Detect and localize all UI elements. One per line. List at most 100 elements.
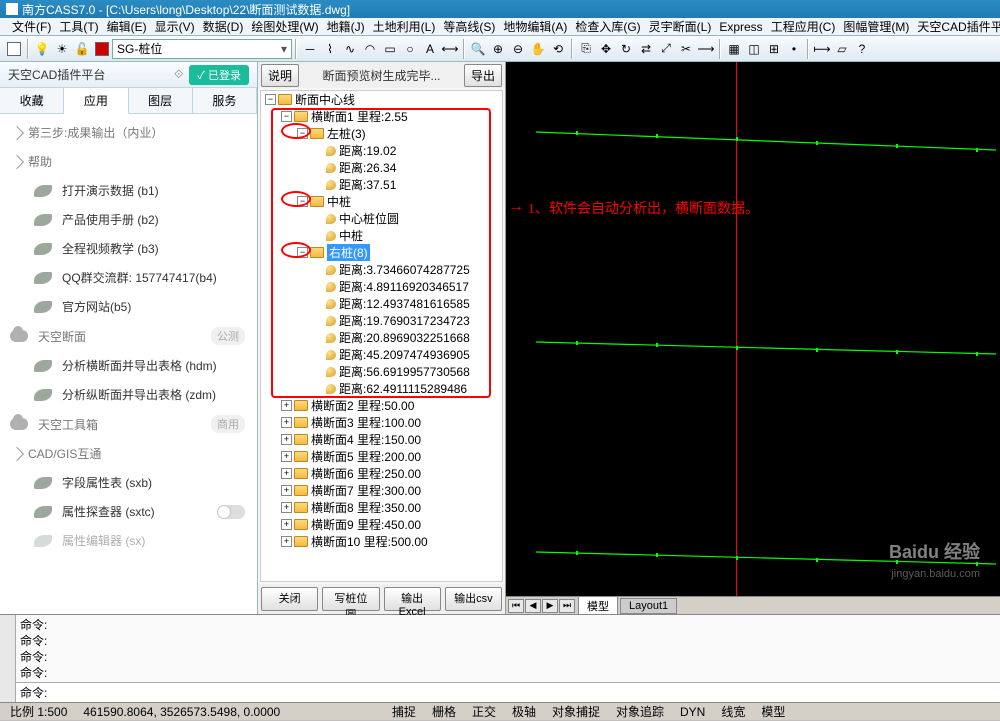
login-badge[interactable]: ✓ 已登录 <box>189 65 249 85</box>
tb-color[interactable] <box>93 40 111 58</box>
menu-sheet[interactable]: 图幅管理(M) <box>839 18 913 35</box>
tb-trim[interactable]: ✂ <box>677 40 695 58</box>
tree-toggle[interactable]: − <box>297 196 308 207</box>
item-b5[interactable]: 官方网站(b5) <box>0 292 257 321</box>
tree-node[interactable]: −中桩 <box>261 193 502 210</box>
tab-app[interactable]: 应用 <box>64 88 128 114</box>
tb-rect[interactable]: ▭ <box>381 40 399 58</box>
tb-extend[interactable]: ⟶ <box>697 40 715 58</box>
menu-contour[interactable]: 等高线(S) <box>439 18 499 35</box>
item-b4[interactable]: QQ群交流群: 157747417(b4) <box>0 263 257 292</box>
tree[interactable]: −断面中心线−横断面1 里程:2.55−左桩(3)距离:19.02距离:26.3… <box>260 90 503 582</box>
menu-check[interactable]: 检查入库(G) <box>571 18 644 35</box>
tree-node[interactable]: 距离:19.02 <box>261 142 502 159</box>
tree-toggle[interactable]: − <box>297 247 308 258</box>
tb-block[interactable]: ◫ <box>745 40 763 58</box>
combo-style[interactable]: SG-桩位 <box>112 39 292 59</box>
tb-pan[interactable]: ✋ <box>529 40 547 58</box>
menu-landu[interactable]: 土地利用(L) <box>369 18 440 35</box>
tb-bulb[interactable]: 💡 <box>33 40 51 58</box>
tree-node[interactable]: −断面中心线 <box>261 91 502 108</box>
tb-lock[interactable]: 🔓 <box>73 40 91 58</box>
tb-point[interactable]: • <box>785 40 803 58</box>
menu-data[interactable]: 数据(D) <box>199 18 248 35</box>
write-button[interactable]: 写桩位圆 <box>322 587 379 611</box>
tree-toggle[interactable]: + <box>281 468 292 479</box>
tree-node[interactable]: 中心桩位圆 <box>261 210 502 227</box>
item-hdm[interactable]: 分析横断面并导出表格 (hdm) <box>0 351 257 380</box>
tab-prev[interactable]: ◀ <box>525 599 541 613</box>
menu-edit[interactable]: 编辑(E) <box>103 18 151 35</box>
item-sxtc[interactable]: 属性探查器 (sxtc) <box>0 497 257 526</box>
tb-move[interactable]: ✥ <box>597 40 615 58</box>
tb-zoomout[interactable]: ⊖ <box>509 40 527 58</box>
tree-toggle[interactable]: + <box>281 485 292 496</box>
menu-plugin[interactable]: 天空CAD插件平台1.7 <box>913 18 1000 35</box>
sb-model[interactable]: 模型 <box>757 702 789 721</box>
tree-node[interactable]: 距离:26.34 <box>261 159 502 176</box>
cmd-input[interactable]: 命令: <box>16 682 1000 702</box>
tb-arc[interactable]: ◠ <box>361 40 379 58</box>
sb-scale[interactable]: 比例 1:500 <box>6 702 71 721</box>
item-zdm[interactable]: 分析纵断面并导出表格 (zdm) <box>0 380 257 409</box>
cat-cross[interactable]: 天空断面公测 <box>0 321 257 351</box>
tree-toggle[interactable]: + <box>281 519 292 530</box>
tree-toggle[interactable]: + <box>281 417 292 428</box>
tree-node[interactable]: 距离:62.4911115289486 <box>261 380 502 397</box>
tb-dim[interactable]: ⟷ <box>441 40 459 58</box>
export-button[interactable]: 导出 <box>464 64 502 87</box>
tree-toggle[interactable]: + <box>281 400 292 411</box>
tb-sun[interactable]: ☀ <box>53 40 71 58</box>
tb-scale[interactable]: ⤢ <box>657 40 675 58</box>
sb-dyn[interactable]: DYN <box>676 704 709 720</box>
item-sx[interactable]: 属性编辑器 (sx) <box>0 526 257 555</box>
tree-node[interactable]: 中桩 <box>261 227 502 244</box>
lp-body[interactable]: 第三步:成果输出（内业） 帮助 打开演示数据 (b1) 产品使用手册 (b2) … <box>0 114 257 614</box>
item-b2[interactable]: 产品使用手册 (b2) <box>0 205 257 234</box>
tb-zoomin[interactable]: ⊕ <box>489 40 507 58</box>
tree-toggle[interactable]: − <box>265 94 276 105</box>
menu-eng[interactable]: 工程应用(C) <box>767 18 840 35</box>
cat-help[interactable]: 帮助 <box>0 147 257 176</box>
tree-node[interactable]: −右桩(8) <box>261 244 502 261</box>
menu-land[interactable]: 地籍(J) <box>323 18 369 35</box>
tb-zoom[interactable]: 🔍 <box>469 40 487 58</box>
menu-view[interactable]: 显示(V) <box>151 18 199 35</box>
tree-node[interactable]: 距离:20.8969032251668 <box>261 329 502 346</box>
tree-node[interactable]: +横断面6 里程:250.00 <box>261 465 502 482</box>
sb-osnap[interactable]: 对象捕捉 <box>548 702 604 721</box>
tree-node[interactable]: 距离:56.6919957730568 <box>261 363 502 380</box>
tb-insert[interactable]: ⊞ <box>765 40 783 58</box>
sb-otrack[interactable]: 对象追踪 <box>612 702 668 721</box>
sb-ortho[interactable]: 正交 <box>468 702 500 721</box>
tree-node[interactable]: 距离:19.7690317234723 <box>261 312 502 329</box>
tree-toggle[interactable]: + <box>281 434 292 445</box>
tab-model[interactable]: 模型 <box>578 596 618 615</box>
menu-tools[interactable]: 工具(T) <box>55 18 102 35</box>
tb-text[interactable]: A <box>421 40 439 58</box>
tb-layers[interactable] <box>5 40 23 58</box>
tree-toggle[interactable]: + <box>281 451 292 462</box>
tree-toggle[interactable]: + <box>281 502 292 513</box>
menu-draw[interactable]: 绘图处理(W) <box>247 18 322 35</box>
tb-prev[interactable]: ⟲ <box>549 40 567 58</box>
menu-objedit[interactable]: 地物编辑(A) <box>499 18 571 35</box>
close-button[interactable]: 关闭 <box>261 587 318 611</box>
cmd-history[interactable]: 命令: 命令: 命令: 命令: <box>16 615 1000 682</box>
tree-toggle[interactable]: − <box>297 128 308 139</box>
csv-button[interactable]: 输出csv <box>445 587 502 611</box>
menu-ly[interactable]: 灵宇断面(L) <box>645 18 716 35</box>
tree-node[interactable]: +横断面9 里程:450.00 <box>261 516 502 533</box>
menu-file[interactable]: 文件(F) <box>8 18 55 35</box>
tree-node[interactable]: −左桩(3) <box>261 125 502 142</box>
tb-circle[interactable]: ○ <box>401 40 419 58</box>
tb-hatch[interactable]: ▦ <box>725 40 743 58</box>
item-b3[interactable]: 全程视频教学 (b3) <box>0 234 257 263</box>
tab-first[interactable]: ⏮ <box>508 599 524 613</box>
tree-node[interactable]: +横断面10 里程:500.00 <box>261 533 502 550</box>
tb-poly[interactable]: ⌇ <box>321 40 339 58</box>
tree-node[interactable]: 距离:12.4937481616585 <box>261 295 502 312</box>
tb-rotate[interactable]: ↻ <box>617 40 635 58</box>
tree-node[interactable]: 距离:45.2097474936905 <box>261 346 502 363</box>
menu-express[interactable]: Express <box>715 20 766 34</box>
